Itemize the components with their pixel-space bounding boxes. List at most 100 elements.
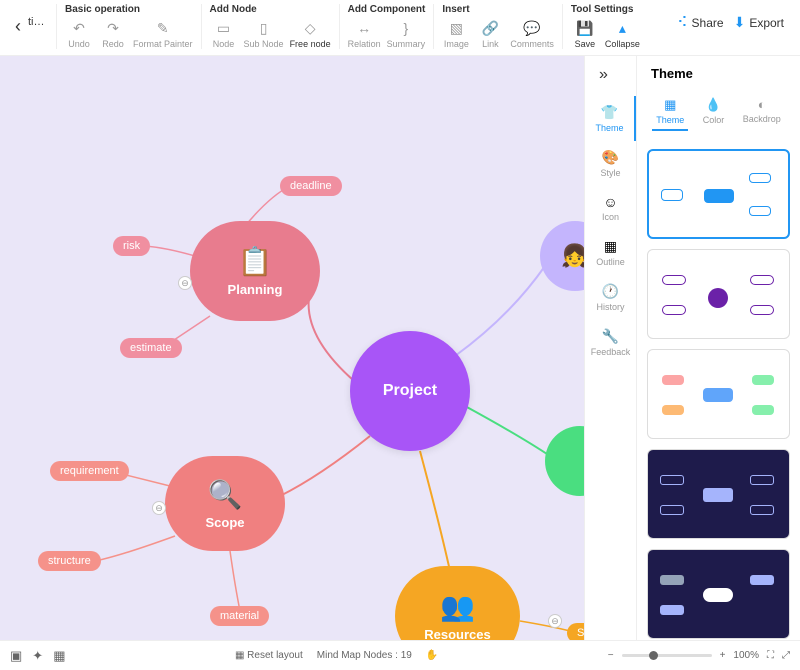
purple-node[interactable]: 👧 bbox=[540, 221, 584, 291]
freenode-button[interactable]: ◇Free node bbox=[290, 19, 331, 49]
smile-icon: ☺ bbox=[603, 194, 617, 210]
redo-icon: ↷ bbox=[104, 19, 122, 37]
undo-button[interactable]: ↶Undo bbox=[65, 19, 93, 49]
zoom-out-button[interactable]: − bbox=[608, 650, 614, 661]
avatar-icon: 👧 bbox=[561, 243, 584, 269]
group-insert: Insert ▧Image 🔗Link 💬Comments bbox=[433, 4, 554, 49]
tab-style[interactable]: 🎨Style bbox=[585, 141, 636, 186]
grid-icon: ▦ bbox=[604, 238, 617, 255]
subnode-button[interactable]: ▯Sub Node bbox=[244, 19, 284, 49]
share-icon: ⠪ bbox=[677, 14, 687, 31]
link-icon: 🔗 bbox=[481, 19, 499, 37]
view-icon-2[interactable]: ✦ bbox=[32, 648, 43, 664]
bottom-bar: ▣ ✦ ▦ ▦ Reset layout Mind Map Nodes : 19… bbox=[0, 640, 800, 670]
image-icon: ▧ bbox=[447, 19, 465, 37]
view-icon-3[interactable]: ▦ bbox=[53, 648, 65, 664]
theme-card-3[interactable] bbox=[647, 349, 790, 439]
scope-node[interactable]: 🔍 Scope bbox=[165, 456, 285, 551]
green-node[interactable] bbox=[545, 426, 584, 496]
collapse-icon: ▴ bbox=[613, 19, 631, 37]
tag-deadline[interactable]: deadline bbox=[280, 176, 342, 196]
comments-button[interactable]: 💬Comments bbox=[510, 19, 554, 49]
group-addnode-label: Add Node bbox=[210, 4, 331, 15]
tag-requirement[interactable]: requirement bbox=[50, 461, 129, 481]
export-icon: ⬇ bbox=[734, 14, 746, 31]
redo-button[interactable]: ↷Redo bbox=[99, 19, 127, 49]
document-title: ti… bbox=[28, 4, 48, 28]
node-count-label: Mind Map Nodes : 19 bbox=[317, 650, 412, 661]
resources-node[interactable]: 👥 Resources bbox=[395, 566, 520, 640]
panel-collapse-button[interactable]: » bbox=[599, 66, 608, 84]
backdrop-icon: ◐ bbox=[758, 97, 766, 112]
planning-collapse[interactable]: ⊖ bbox=[178, 276, 192, 290]
group-tool-label: Tool Settings bbox=[571, 4, 640, 15]
theme-cards bbox=[647, 149, 790, 639]
tag-estimate[interactable]: estimate bbox=[120, 338, 182, 358]
planning-node[interactable]: 📋 Planning bbox=[190, 221, 320, 321]
zoom-slider[interactable] bbox=[622, 654, 712, 657]
group-add-node: Add Node ▭Node ▯Sub Node ◇Free node bbox=[201, 4, 331, 49]
subtab-backdrop[interactable]: ◐Backdrop bbox=[739, 93, 785, 131]
group-basic-label: Basic operation bbox=[65, 4, 193, 15]
fullscreen-button[interactable]: ⤢ bbox=[782, 650, 790, 661]
back-button[interactable]: ‹ bbox=[8, 4, 28, 37]
reset-layout-button[interactable]: ▦ Reset layout bbox=[235, 650, 303, 661]
relation-button[interactable]: ↔Relation bbox=[348, 19, 381, 49]
tab-icon[interactable]: ☺Icon bbox=[585, 186, 636, 230]
tag-material[interactable]: material bbox=[210, 606, 269, 626]
summary-button[interactable]: }Summary bbox=[387, 19, 426, 49]
tag-s[interactable]: S bbox=[567, 623, 584, 640]
fit-screen-button[interactable]: ⛶ bbox=[767, 650, 774, 661]
scope-collapse[interactable]: ⊖ bbox=[152, 501, 166, 515]
droplet-icon: 💧 bbox=[705, 97, 721, 113]
palette-icon: 🎨 bbox=[602, 149, 619, 166]
image-button[interactable]: ▧Image bbox=[442, 19, 470, 49]
zoom-level: 100% bbox=[733, 650, 759, 661]
save-icon: 💾 bbox=[576, 19, 594, 37]
tab-outline[interactable]: ▦Outline bbox=[585, 230, 636, 275]
central-node[interactable]: Project bbox=[350, 331, 470, 451]
format-painter-button[interactable]: ✎Format Painter bbox=[133, 19, 193, 49]
subtab-theme[interactable]: ▦Theme bbox=[652, 93, 688, 131]
pan-icon[interactable]: ✋ bbox=[426, 650, 438, 661]
group-basic: Basic operation ↶Undo ↷Redo ✎Format Pain… bbox=[56, 4, 193, 49]
theme-card-4[interactable] bbox=[647, 449, 790, 539]
theme-card-2[interactable] bbox=[647, 249, 790, 339]
zoom-thumb[interactable] bbox=[649, 651, 658, 660]
tab-feedback[interactable]: 🔧Feedback bbox=[585, 320, 636, 365]
panel-body: Theme ▦Theme 💧Color ◐Backdrop bbox=[637, 56, 800, 640]
grid-icon: ▦ bbox=[664, 97, 676, 113]
top-toolbar: ‹ ti… Basic operation ↶Undo ↷Redo ✎Forma… bbox=[0, 0, 800, 56]
freenode-icon: ◇ bbox=[301, 19, 319, 37]
save-button[interactable]: 💾Save bbox=[571, 19, 599, 49]
tab-theme[interactable]: 👕Theme bbox=[585, 96, 636, 141]
tag-risk[interactable]: risk bbox=[113, 236, 150, 256]
collapse-button[interactable]: ▴Collapse bbox=[605, 19, 640, 49]
group-insert-label: Insert bbox=[442, 4, 554, 15]
comment-icon: 💬 bbox=[523, 19, 541, 37]
theme-card-1[interactable] bbox=[647, 149, 790, 239]
magnify-gear-icon: 🔍 bbox=[208, 478, 243, 511]
wrench-icon: 🔧 bbox=[602, 328, 619, 345]
group-add-component: Add Component ↔Relation }Summary bbox=[339, 4, 426, 49]
resources-collapse[interactable]: ⊖ bbox=[548, 614, 562, 628]
mindmap-canvas[interactable]: Project 📋 Planning ⊖ 🔍 Scope ⊖ 👥 Resourc… bbox=[0, 56, 584, 640]
theme-subtabs: ▦Theme 💧Color ◐Backdrop bbox=[647, 93, 790, 137]
relation-icon: ↔ bbox=[355, 19, 373, 37]
tag-structure[interactable]: structure bbox=[38, 551, 101, 571]
shirt-icon: 👕 bbox=[601, 104, 618, 121]
subtab-color[interactable]: 💧Color bbox=[699, 93, 729, 131]
zoom-in-button[interactable]: + bbox=[720, 650, 726, 661]
clipboard-icon: 📋 bbox=[238, 245, 273, 278]
right-panel: » 👕Theme 🎨Style ☺Icon ▦Outline 🕐History … bbox=[584, 56, 800, 640]
tab-history[interactable]: 🕐History bbox=[585, 275, 636, 320]
share-button[interactable]: ⠪Share bbox=[677, 14, 723, 31]
node-button[interactable]: ▭Node bbox=[210, 19, 238, 49]
export-button[interactable]: ⬇Export bbox=[734, 14, 784, 31]
side-tabs: 👕Theme 🎨Style ☺Icon ▦Outline 🕐History 🔧F… bbox=[585, 56, 637, 640]
link-button[interactable]: 🔗Link bbox=[476, 19, 504, 49]
group-addcomp-label: Add Component bbox=[348, 4, 426, 15]
theme-card-5[interactable] bbox=[647, 549, 790, 639]
paint-icon: ✎ bbox=[154, 19, 172, 37]
view-icon-1[interactable]: ▣ bbox=[10, 648, 22, 664]
